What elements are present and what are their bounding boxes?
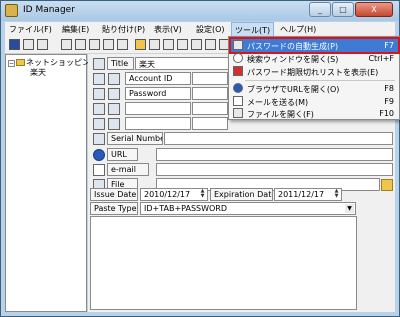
expiration-date-input[interactable]: 2011/12/17 ▲ ▼	[274, 188, 342, 201]
close-button[interactable]: X	[355, 2, 393, 17]
issue-date-label: Issue Date	[90, 188, 138, 201]
id-paste-icon[interactable]	[108, 73, 120, 85]
category-tree[interactable]: − ネットショッピング 楽天	[5, 54, 98, 312]
window-title: ID Manager	[23, 5, 75, 15]
pw-icon[interactable]	[75, 39, 86, 50]
custom1-paste-icon[interactable]	[108, 103, 120, 115]
key-icon[interactable]	[93, 133, 105, 145]
save-icon[interactable]	[9, 39, 20, 50]
id-copy-icon[interactable]	[93, 73, 105, 85]
open-icon[interactable]	[149, 39, 160, 50]
delete-icon[interactable]	[191, 39, 202, 50]
id-copy-icon[interactable]	[89, 39, 100, 50]
mail-icon	[233, 96, 243, 106]
account-id-label[interactable]: Account ID	[125, 72, 191, 85]
browse-icon[interactable]	[117, 39, 128, 50]
menu-file[interactable]: ファイル(F)	[9, 24, 52, 35]
file-icon	[233, 108, 243, 118]
serial-label[interactable]: Serial Number	[107, 132, 163, 145]
serial-input[interactable]	[164, 132, 393, 145]
menu-item-expired-list[interactable]: パスワード期限切れリストを表示(E)	[231, 65, 398, 78]
menu-tools[interactable]: ツール(T)	[231, 22, 275, 37]
menu-bar: ファイル(F) 編集(E) 貼り付け(P) 表示(V) 設定(O) ツール(T)…	[5, 22, 395, 37]
url-input[interactable]	[156, 148, 393, 161]
menu-item-open-url[interactable]: ブラウザでURLを開く(O) F8	[231, 82, 398, 95]
globe-icon[interactable]	[93, 149, 105, 161]
issue-date-spinner[interactable]: ▲ ▼	[199, 189, 206, 200]
mail-icon[interactable]	[93, 164, 105, 176]
menu-settings[interactable]: 設定(O)	[196, 24, 225, 35]
menu-paste[interactable]: 貼り付け(P)	[102, 24, 145, 35]
custom1-label-input[interactable]	[125, 102, 191, 115]
paste-type-label: Paste Type	[90, 202, 138, 215]
password-input[interactable]	[192, 87, 228, 100]
lock-icon[interactable]	[205, 39, 216, 50]
file-icon[interactable]	[177, 39, 188, 50]
folder-icon[interactable]	[135, 39, 146, 50]
notes-textarea[interactable]	[90, 216, 357, 310]
email-input[interactable]	[156, 163, 393, 176]
entry-icon[interactable]	[93, 58, 105, 70]
collapse-icon[interactable]: −	[8, 60, 15, 67]
browse-folder-icon[interactable]	[381, 179, 393, 191]
custom2-copy-icon[interactable]	[93, 118, 105, 130]
custom1-copy-icon[interactable]	[93, 103, 105, 115]
custom2-paste-icon[interactable]	[108, 118, 120, 130]
title-label[interactable]: Title	[107, 57, 134, 70]
tree-item-rakuten[interactable]: 楽天	[30, 67, 46, 78]
pw-paste-icon[interactable]	[108, 88, 120, 100]
new-icon[interactable]	[23, 39, 34, 50]
menu-edit[interactable]: 編集(E)	[62, 24, 89, 35]
menu-item-search-window[interactable]: 検索ウィンドウを開く(S) Ctrl+F	[231, 52, 398, 65]
title-bar: ID Manager _ □ X	[1, 1, 399, 21]
password-label[interactable]: Password	[125, 87, 191, 100]
menu-item-open-file[interactable]: ファイルを開く(F) F10	[231, 107, 398, 120]
pw-copy-icon[interactable]	[93, 88, 105, 100]
menu-help[interactable]: ヘルプ(H)	[280, 24, 316, 35]
tools-menu: パスワードの自動生成(P) F7 検索ウィンドウを開く(S) Ctrl+F パス…	[228, 36, 400, 120]
id-icon[interactable]	[61, 39, 72, 50]
menu-view[interactable]: 表示(V)	[154, 24, 182, 35]
app-window: ID Manager _ □ X ファイル(F) 編集(E) 貼り付け(P) 表…	[0, 0, 400, 317]
menu-separator	[245, 80, 395, 81]
email-label[interactable]: e-mail	[107, 163, 149, 176]
issue-date-input[interactable]: 2010/12/17 ▲ ▼	[140, 188, 208, 201]
maximize-button[interactable]: □	[332, 2, 354, 17]
custom2-label-input[interactable]	[125, 117, 191, 130]
expired-list-icon	[233, 66, 243, 76]
custom1-input[interactable]	[192, 102, 228, 115]
minimize-button[interactable]: _	[309, 2, 331, 17]
chevron-down-icon[interactable]: ▼	[345, 204, 354, 213]
custom2-input[interactable]	[192, 117, 228, 130]
app-icon	[5, 4, 18, 17]
account-id-input[interactable]	[192, 72, 228, 85]
copy-icon[interactable]	[37, 39, 48, 50]
key-icon[interactable]	[163, 39, 174, 50]
expiration-label: Expiration Date	[210, 188, 273, 201]
title-input[interactable]: 楽天	[135, 57, 231, 70]
url-label[interactable]: URL	[107, 148, 138, 161]
password-generate-icon	[233, 40, 243, 50]
paste-type-select[interactable]: ID+TAB+PASSWORD ▼	[140, 202, 356, 215]
search-icon	[233, 53, 243, 63]
menu-item-generate-password[interactable]: パスワードの自動生成(P) F7	[229, 37, 400, 54]
folder-icon	[16, 59, 25, 66]
globe-icon	[233, 83, 243, 93]
pw-copy-icon[interactable]	[103, 39, 114, 50]
expiration-date-spinner[interactable]: ▲ ▼	[333, 189, 340, 200]
tree-item-shopping[interactable]: − ネットショッピング	[8, 57, 98, 68]
window-controls: _ □ X	[308, 2, 393, 17]
